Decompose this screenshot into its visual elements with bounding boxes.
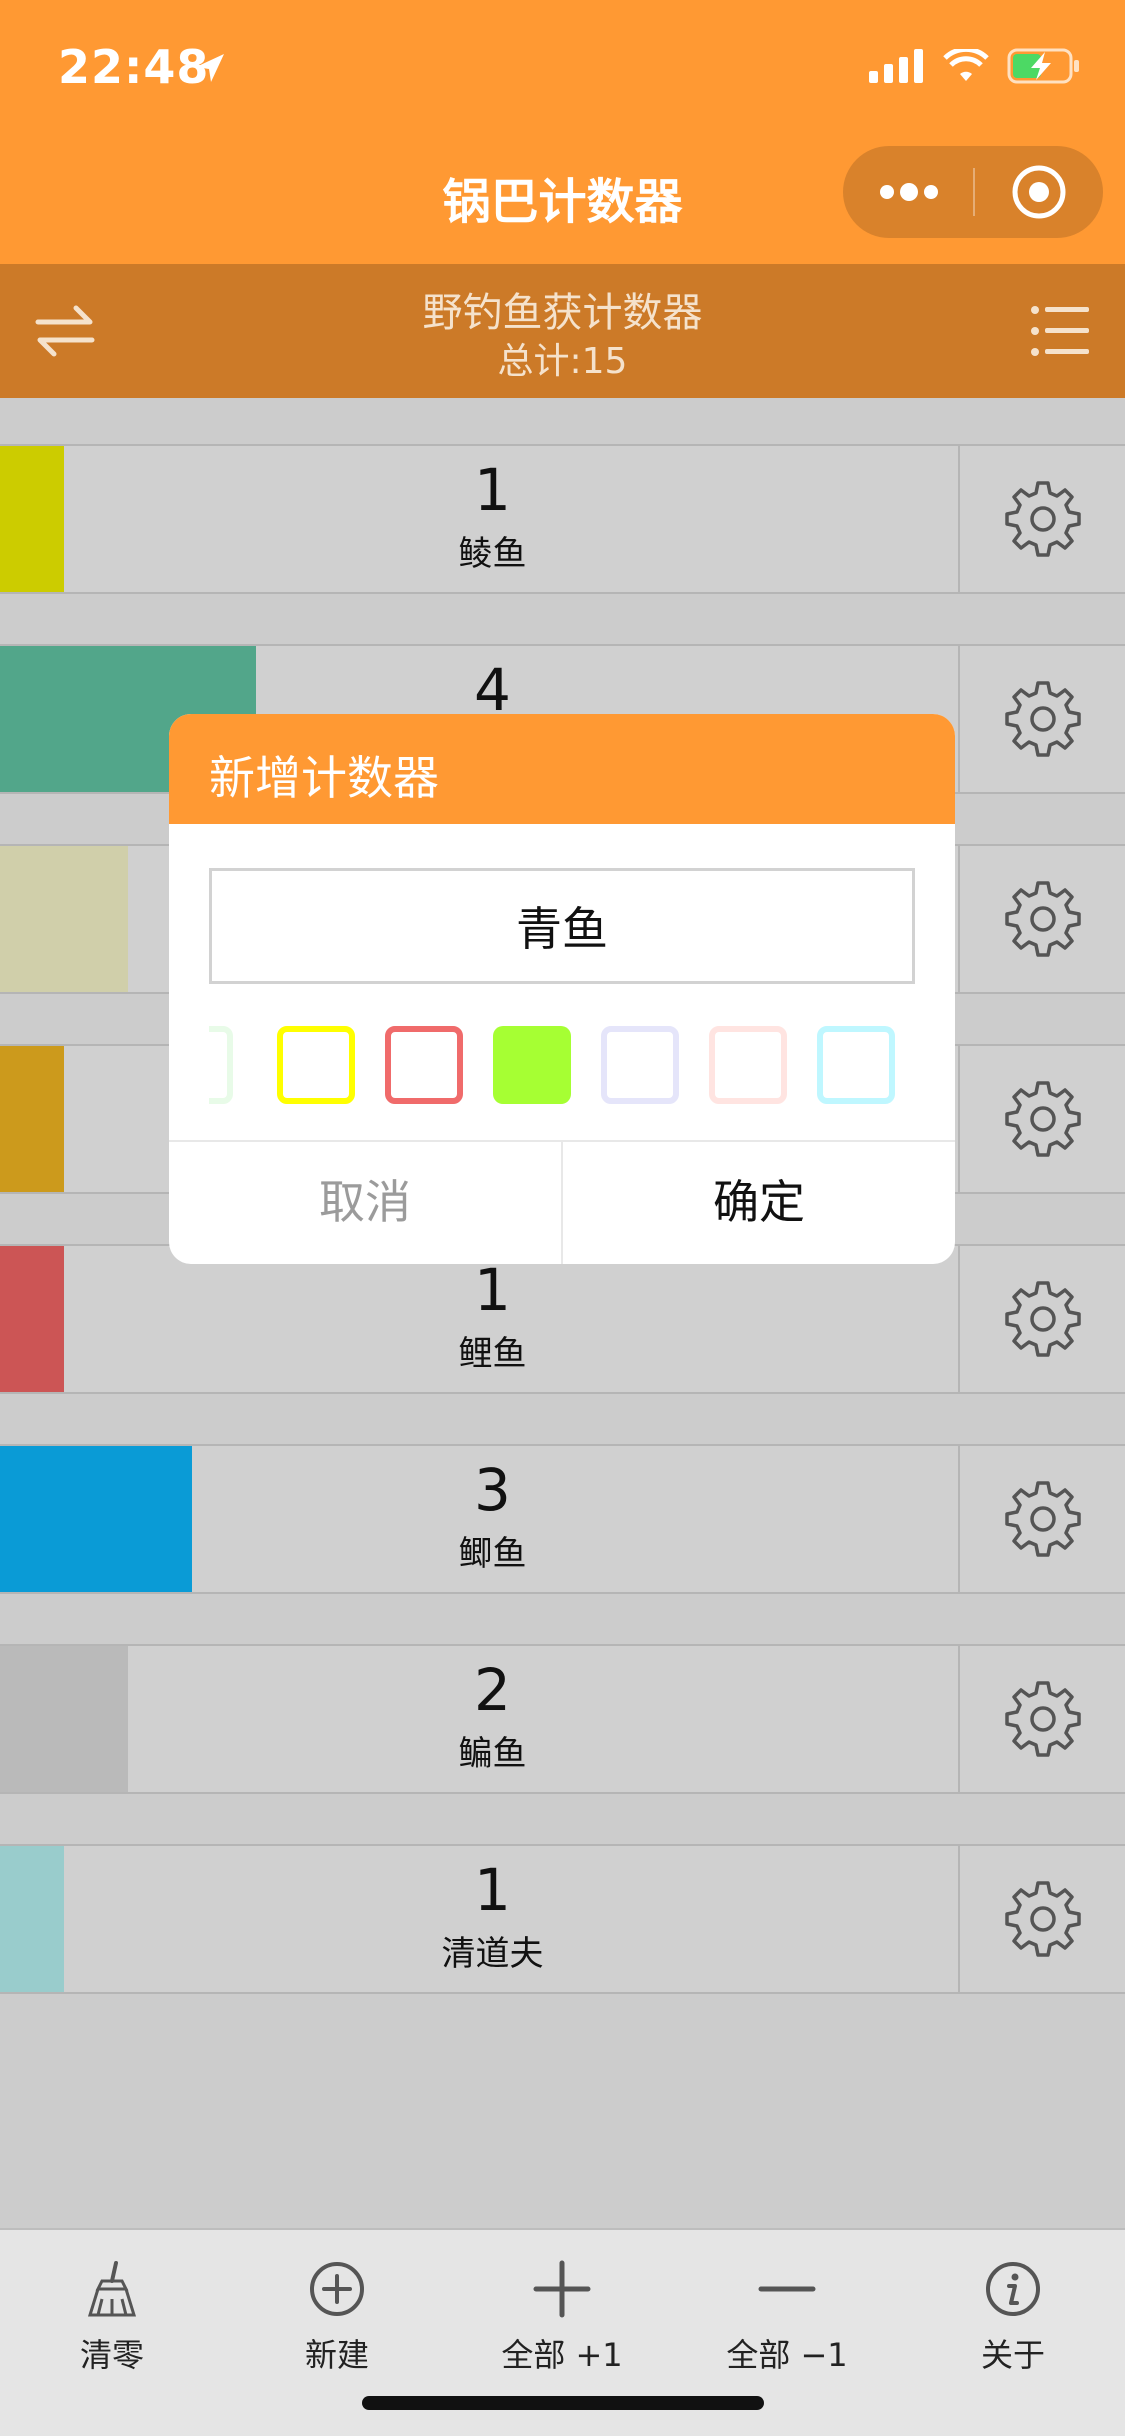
dialog-title: 新增计数器 bbox=[209, 751, 439, 805]
color-swatch[interactable] bbox=[817, 1026, 895, 1104]
dialog-footer: 取消 确定 bbox=[169, 1140, 955, 1264]
color-swatch[interactable] bbox=[209, 1026, 233, 1104]
color-swatch-row[interactable] bbox=[209, 1026, 915, 1106]
counter-name-input[interactable] bbox=[209, 868, 915, 984]
color-swatch[interactable] bbox=[709, 1026, 787, 1104]
new-counter-dialog: 新增计数器 取消 确定 bbox=[169, 714, 955, 1264]
confirm-button[interactable]: 确定 bbox=[563, 1142, 955, 1264]
dialog-header: 新增计数器 bbox=[169, 714, 955, 824]
color-swatch[interactable] bbox=[493, 1026, 571, 1104]
color-swatch[interactable] bbox=[277, 1026, 355, 1104]
color-swatch[interactable] bbox=[385, 1026, 463, 1104]
cancel-button[interactable]: 取消 bbox=[169, 1142, 563, 1264]
color-swatch[interactable] bbox=[601, 1026, 679, 1104]
